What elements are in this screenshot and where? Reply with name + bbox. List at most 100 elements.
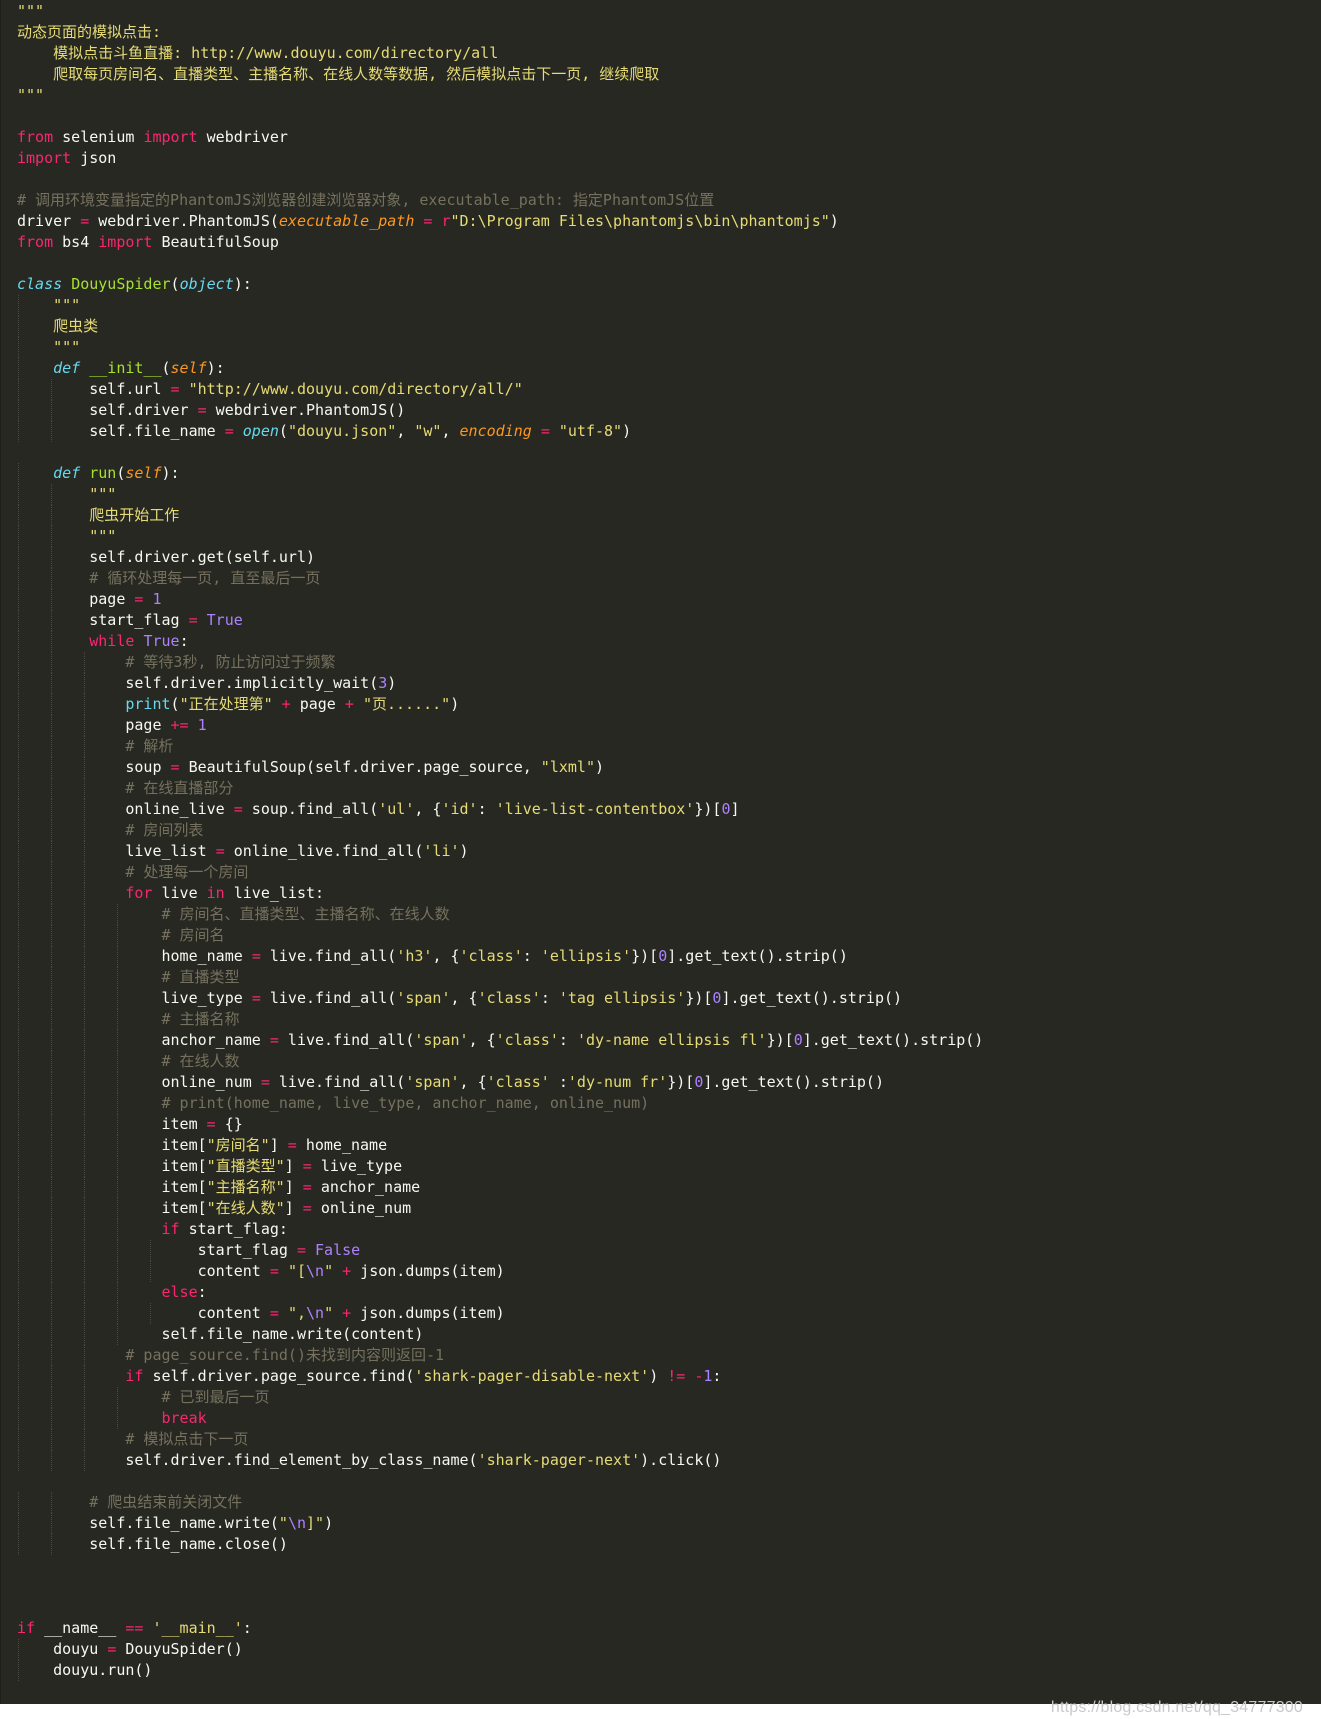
code-line: if self.driver.page_source.find('shark-p… (17, 1366, 1321, 1387)
indent-guide (18, 1450, 19, 1471)
code-token: , (441, 422, 460, 440)
indent-guide (18, 1345, 19, 1366)
indent-guide (18, 673, 19, 694)
code-token: True (143, 632, 180, 650)
indent-guide (51, 694, 52, 715)
indent-guide (18, 1051, 19, 1072)
code-token: })[ (667, 1073, 695, 1091)
code-token: json.dumps(item) (351, 1262, 505, 1280)
indent-guide (18, 1261, 19, 1282)
code-token: 'span' (396, 989, 451, 1007)
code-token: = (224, 422, 234, 440)
code-token: webdriver (197, 128, 288, 146)
indent-guide (18, 1660, 19, 1681)
code-token: live.find_all( (260, 989, 397, 1007)
indent-guide (18, 1219, 19, 1240)
code-token: home_name (296, 1136, 388, 1154)
indent-guide (18, 988, 19, 1009)
indent-guide (51, 547, 52, 568)
indent-guide (117, 1282, 118, 1303)
code-token: 'li' (423, 842, 460, 860)
code-token: self.driver (17, 401, 198, 419)
code-token: })[ (685, 989, 713, 1007)
indent-guide (51, 736, 52, 757)
code-token: = (188, 611, 198, 629)
code-token: # 处理每一个房间 (125, 863, 249, 881)
indent-guide (51, 1366, 52, 1387)
indent-guide (18, 484, 19, 505)
indent-guide (18, 358, 19, 379)
code-token: = (260, 1073, 270, 1091)
code-line: break (17, 1408, 1321, 1429)
indent-guide (84, 820, 85, 841)
indent-guide (18, 463, 19, 484)
code-line: item["房间名"] = home_name (17, 1135, 1321, 1156)
indent-guide (18, 337, 19, 358)
code-view[interactable]: """ 动态页面的模拟点击: 模拟点击斗鱼直播: http://www.douyu… (0, 1, 1321, 1681)
code-line: self.file_name = open("douyu.json", "w",… (17, 421, 1321, 442)
code-token: item[ (17, 1199, 207, 1217)
code-token: ] (284, 1178, 303, 1196)
code-token: ) (594, 758, 605, 776)
indent-guide (117, 1324, 118, 1345)
code-token: 'live-list-contentbox' (495, 800, 695, 818)
indent-guide (51, 1324, 52, 1345)
code-token: self (125, 464, 162, 482)
code-line: self.file_name.write(content) (17, 1324, 1321, 1345)
indent-guide (51, 778, 52, 799)
code-token: if (125, 1367, 144, 1385)
indent-guide (117, 988, 118, 1009)
indent-guide (84, 1345, 85, 1366)
code-token: douyu.run() (17, 1661, 153, 1679)
code-line: # 在线人数 (17, 1051, 1321, 1072)
code-token: " (324, 1262, 334, 1280)
indent-guide (18, 1009, 19, 1030)
code-line: live_list = online_live.find_all('li') (17, 841, 1321, 862)
code-token: item[ (17, 1136, 207, 1154)
indent-guide (18, 1492, 19, 1513)
indent-guide (84, 946, 85, 967)
indent-guide (18, 568, 19, 589)
code-editor[interactable]: """ 动态页面的模拟点击: 模拟点击斗鱼直播: http://www.douyu… (0, 0, 1321, 1704)
code-token: start_flag: (179, 1220, 288, 1238)
code-token: "正在处理第" (179, 695, 273, 713)
code-line: item["在线人数"] = online_num (17, 1198, 1321, 1219)
code-token: while (89, 632, 135, 650)
code-token: # 在线直播部分 (125, 779, 234, 797)
code-token: # 直播类型 (161, 968, 240, 986)
code-token: start_flag (17, 611, 189, 629)
code-line: # 房间列表 (17, 820, 1321, 841)
indent-guide (51, 1303, 52, 1324)
code-token: self.driver.get(self.url) (17, 548, 316, 566)
code-line: """ (17, 295, 1321, 316)
code-token: douyu (17, 1640, 108, 1658)
indent-guide (51, 526, 52, 547)
code-token: import (17, 149, 72, 167)
indent-guide (18, 820, 19, 841)
code-token: open (242, 422, 279, 440)
code-token: "D:\Program Files\phantomjs\bin\phantomj… (450, 212, 830, 230)
code-token: = (251, 947, 261, 965)
code-line: """ (17, 1, 1321, 22)
code-line: """ (17, 337, 1321, 358)
indent-guide (84, 1408, 85, 1429)
code-token: # 在线人数 (161, 1052, 240, 1070)
indent-guide (51, 883, 52, 904)
code-token: BeautifulSoup(self.driver.page_source, (179, 758, 541, 776)
code-token: ] (284, 1157, 303, 1175)
